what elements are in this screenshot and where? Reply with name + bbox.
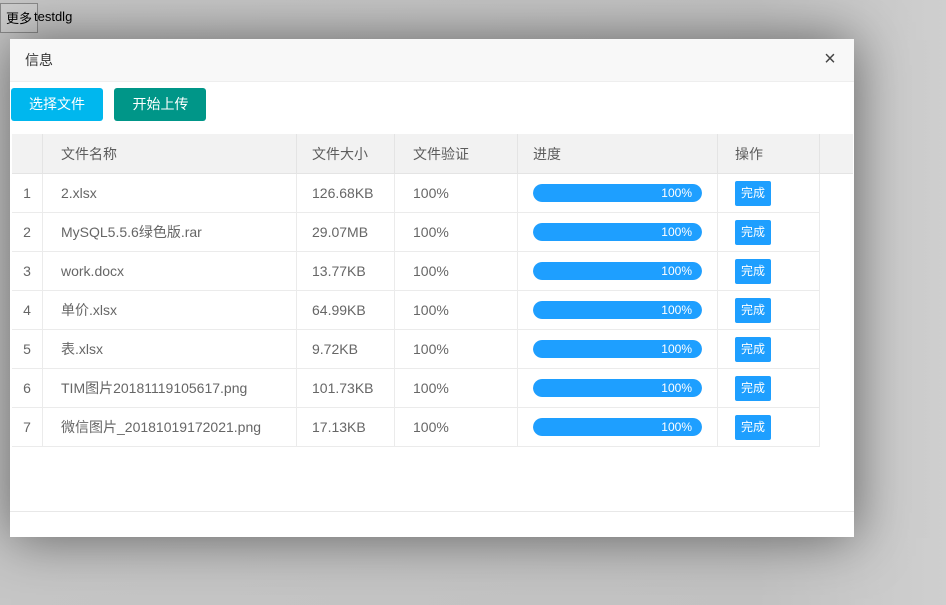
file-size-cell: 13.77KB [297, 252, 395, 291]
progress-track: 100% [533, 262, 702, 280]
action-cell: 完成 [718, 330, 820, 369]
progress-cell: 100% [518, 408, 718, 447]
progress-cell: 100% [518, 291, 718, 330]
table-row: 4 单价.xlsx 64.99KB 100% 100% 完成 [12, 291, 853, 330]
header-file-size: 文件大小 [297, 134, 395, 174]
done-button[interactable]: 完成 [735, 376, 771, 401]
progress-cell: 100% [518, 174, 718, 213]
row-index: 3 [12, 252, 43, 291]
file-name-cell: 表.xlsx [43, 330, 297, 369]
page: { "page": { "more_button_label": "更多", "… [0, 0, 946, 605]
progress-cell: 100% [518, 369, 718, 408]
file-size-cell: 126.68KB [297, 174, 395, 213]
window-title: testdlg [34, 9, 72, 24]
row-index: 7 [12, 408, 43, 447]
choose-file-button[interactable]: 选择文件 [11, 88, 103, 121]
header-index [12, 134, 43, 174]
file-verify-cell: 100% [395, 252, 518, 291]
header-progress: 进度 [518, 134, 718, 174]
file-verify-cell: 100% [395, 174, 518, 213]
progress-cell: 100% [518, 330, 718, 369]
action-cell: 完成 [718, 291, 820, 330]
table-header-row: 文件名称 文件大小 文件验证 进度 操作 [12, 134, 853, 174]
progress-bar: 100% [533, 301, 702, 319]
file-size-cell: 101.73KB [297, 369, 395, 408]
progress-bar: 100% [533, 184, 702, 202]
row-index: 4 [12, 291, 43, 330]
header-spacer [820, 134, 853, 174]
file-name-cell: 微信图片_20181019172021.png [43, 408, 297, 447]
file-verify-cell: 100% [395, 369, 518, 408]
file-name-cell: TIM图片20181119105617.png [43, 369, 297, 408]
start-upload-button[interactable]: 开始上传 [114, 88, 206, 121]
dialog-footer [10, 511, 854, 537]
file-verify-cell: 100% [395, 408, 518, 447]
done-button[interactable]: 完成 [735, 259, 771, 284]
done-button[interactable]: 完成 [735, 337, 771, 362]
row-index: 5 [12, 330, 43, 369]
done-button[interactable]: 完成 [735, 220, 771, 245]
close-icon[interactable]: × [818, 39, 842, 81]
table-row: 7 微信图片_20181019172021.png 17.13KB 100% 1… [12, 408, 853, 447]
progress-bar: 100% [533, 223, 702, 241]
table-row: 2 MySQL5.5.6绿色版.rar 29.07MB 100% 100% 完成 [12, 213, 853, 252]
file-verify-cell: 100% [395, 291, 518, 330]
file-verify-cell: 100% [395, 213, 518, 252]
action-cell: 完成 [718, 174, 820, 213]
file-size-cell: 64.99KB [297, 291, 395, 330]
progress-track: 100% [533, 379, 702, 397]
dialog-title: 信息 [25, 52, 53, 68]
upload-dialog: 信息 × 选择文件 开始上传 文件名称 文件大小 文件验证 进度 操作 1 2.… [10, 39, 854, 537]
file-size-cell: 9.72KB [297, 330, 395, 369]
file-name-cell: 单价.xlsx [43, 291, 297, 330]
row-index: 6 [12, 369, 43, 408]
upload-toolbar: 选择文件 开始上传 [10, 82, 854, 122]
row-index: 2 [12, 213, 43, 252]
progress-track: 100% [533, 301, 702, 319]
progress-track: 100% [533, 223, 702, 241]
action-cell: 完成 [718, 408, 820, 447]
table-row: 5 表.xlsx 9.72KB 100% 100% 完成 [12, 330, 853, 369]
action-cell: 完成 [718, 369, 820, 408]
progress-cell: 100% [518, 213, 718, 252]
file-size-cell: 17.13KB [297, 408, 395, 447]
progress-track: 100% [533, 184, 702, 202]
table-row: 6 TIM图片20181119105617.png 101.73KB 100% … [12, 369, 853, 408]
row-index: 1 [12, 174, 43, 213]
file-verify-cell: 100% [395, 330, 518, 369]
header-verify: 文件验证 [395, 134, 518, 174]
file-name-cell: 2.xlsx [43, 174, 297, 213]
file-name-cell: MySQL5.5.6绿色版.rar [43, 213, 297, 252]
file-table: 文件名称 文件大小 文件验证 进度 操作 1 2.xlsx 126.68KB 1… [12, 134, 853, 447]
progress-track: 100% [533, 418, 702, 436]
more-button[interactable]: 更多 [0, 3, 38, 33]
progress-bar: 100% [533, 418, 702, 436]
progress-track: 100% [533, 340, 702, 358]
progress-cell: 100% [518, 252, 718, 291]
table-row: 1 2.xlsx 126.68KB 100% 100% 完成 [12, 174, 853, 213]
done-button[interactable]: 完成 [735, 298, 771, 323]
table-row: 3 work.docx 13.77KB 100% 100% 完成 [12, 252, 853, 291]
progress-bar: 100% [533, 379, 702, 397]
file-name-cell: work.docx [43, 252, 297, 291]
dialog-header: 信息 × [10, 39, 854, 82]
progress-bar: 100% [533, 262, 702, 280]
action-cell: 完成 [718, 252, 820, 291]
header-file-name: 文件名称 [43, 134, 297, 174]
progress-bar: 100% [533, 340, 702, 358]
table-body: 1 2.xlsx 126.68KB 100% 100% 完成 2 MySQL5.… [12, 174, 853, 447]
action-cell: 完成 [718, 213, 820, 252]
file-size-cell: 29.07MB [297, 213, 395, 252]
header-action: 操作 [718, 134, 820, 174]
done-button[interactable]: 完成 [735, 181, 771, 206]
done-button[interactable]: 完成 [735, 415, 771, 440]
